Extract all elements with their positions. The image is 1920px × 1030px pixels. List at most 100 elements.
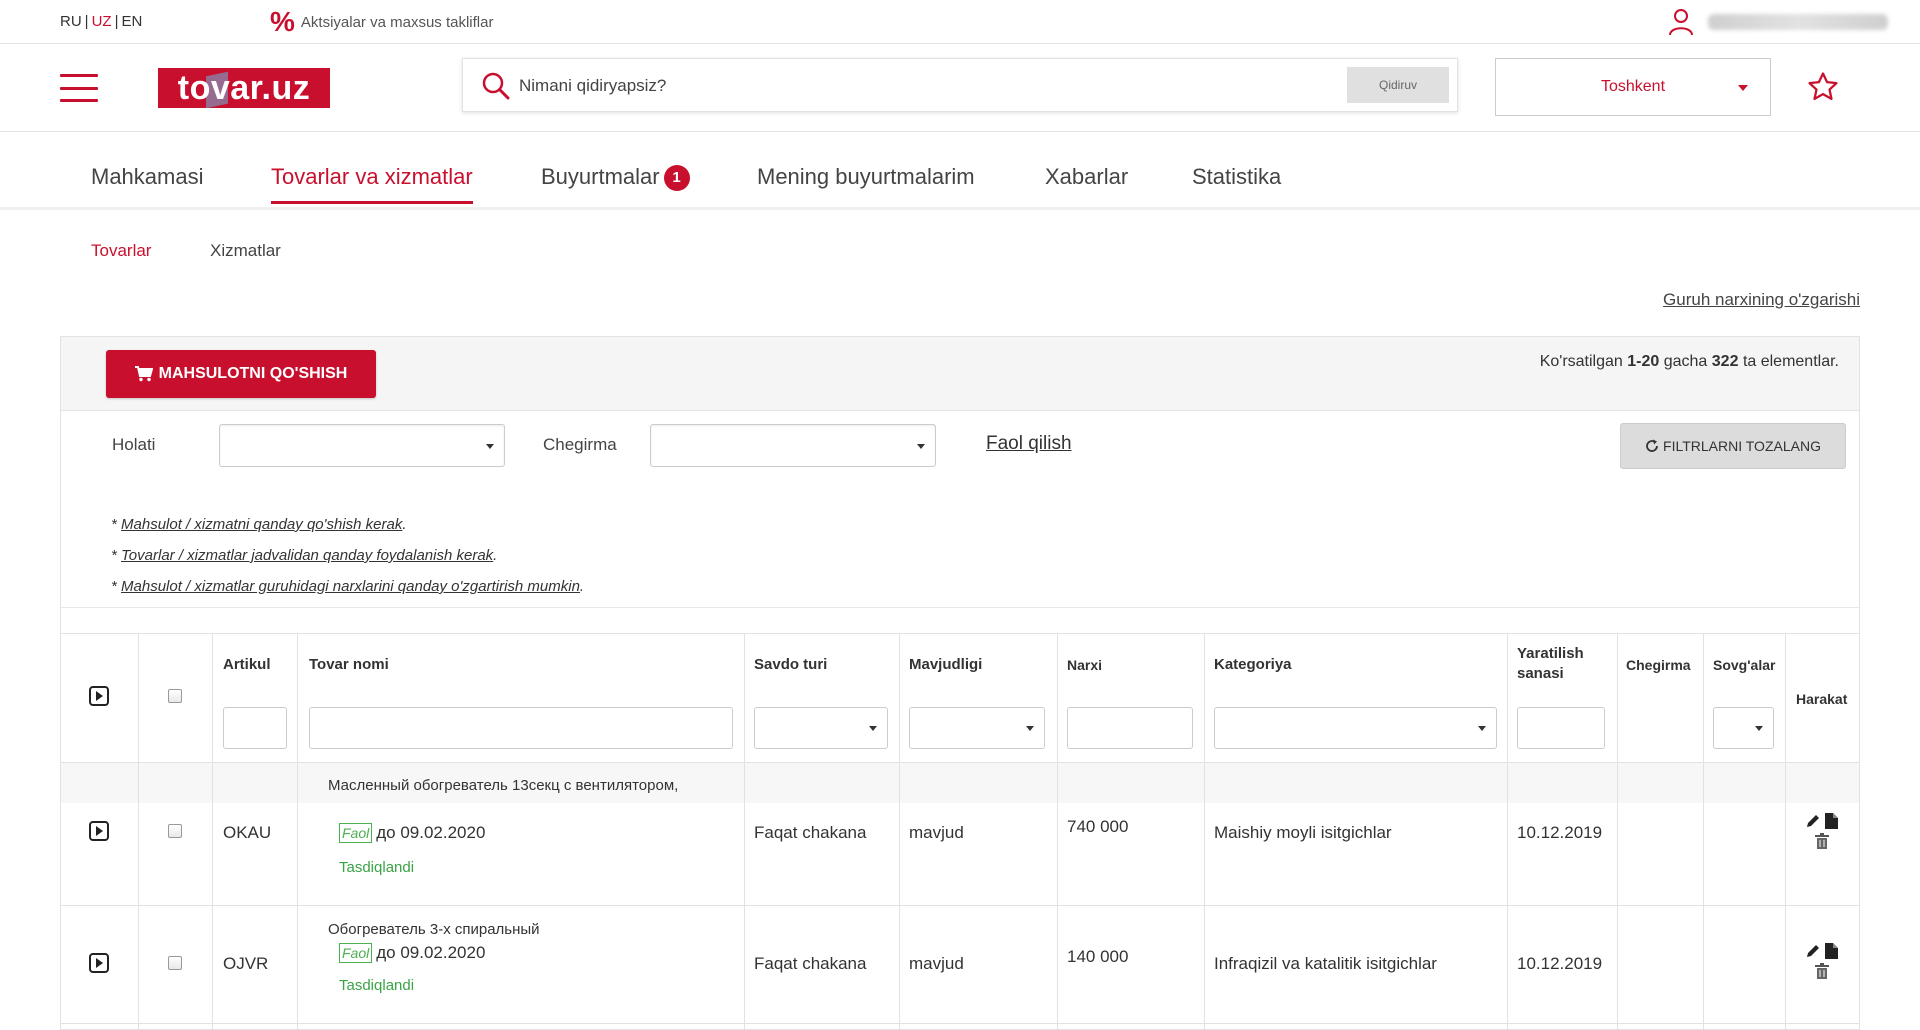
col-price[interactable]: Narxi — [1067, 655, 1102, 675]
search-input[interactable] — [519, 71, 1279, 101]
nav-goods-services[interactable]: Tovarlar va xizmatlar — [271, 164, 473, 204]
row-created: 10.12.2019 — [1517, 823, 1603, 842]
menu-icon[interactable] — [60, 74, 98, 102]
status-filter-select[interactable] — [219, 424, 505, 467]
expand-row-icon[interactable] — [89, 821, 109, 841]
refresh-icon — [1646, 439, 1658, 452]
row-actions — [1805, 813, 1838, 849]
search-bar: Qidiruv — [462, 58, 1458, 112]
nav-my-orders[interactable]: Mening buyurtmalarim — [757, 164, 975, 190]
city-value: Toshkent — [1600, 78, 1666, 95]
logo[interactable]: tovar.uz — [158, 68, 330, 109]
row-article: OKAU — [223, 823, 272, 842]
name-filter-input[interactable] — [309, 707, 733, 749]
row-trade-type: Faqat chakana — [754, 823, 867, 842]
activate-link[interactable]: Faol qilish — [986, 433, 1072, 455]
trash-icon[interactable] — [1814, 963, 1829, 979]
product-name[interactable]: Масленный обогреватель 13секц с вентилят… — [328, 777, 678, 794]
filters-row: Holati Chegirma Faol qilish FILTRLARNI T… — [61, 411, 1859, 481]
divider — [61, 607, 1859, 608]
trash-icon[interactable] — [1814, 833, 1829, 849]
col-name[interactable]: Tovar nomi — [309, 655, 389, 675]
nav-mahkamasi[interactable]: Mahkamasi — [91, 164, 203, 190]
subtab-services[interactable]: Xizmatlar — [210, 241, 281, 261]
col-discount[interactable]: Chegirma — [1626, 655, 1691, 675]
promo-link[interactable]: % Aktsiyalar va maxsus takliflar — [270, 8, 493, 36]
discount-filter-select[interactable] — [650, 424, 936, 467]
nav-messages[interactable]: Xabarlar — [1045, 164, 1128, 190]
row-status: Faol до 09.02.2020 — [339, 943, 485, 963]
main-nav: Mahkamasi Tovarlar va xizmatlar Buyurtma… — [0, 132, 1920, 210]
copy-icon[interactable] — [1825, 943, 1838, 959]
col-created[interactable]: Yaratilish sanasi — [1517, 644, 1584, 684]
header: tovar.uz Qidiruv Toshkent — [0, 44, 1920, 132]
city-select[interactable]: Toshkent — [1495, 58, 1771, 116]
lang-en[interactable]: EN — [121, 13, 142, 30]
help-links: * Mahsulot / xizmatni qanday qo'shish ke… — [111, 516, 585, 595]
row-price[interactable]: 740 000 — [1067, 817, 1128, 837]
help-link-add[interactable]: Mahsulot / xizmatni qanday qo'shish kera… — [121, 516, 402, 533]
cart-icon — [134, 366, 153, 382]
col-trade-type[interactable]: Savdo turi — [754, 655, 827, 675]
lang-uz[interactable]: UZ — [92, 13, 112, 30]
star-icon[interactable] — [1806, 70, 1840, 104]
row-created: 10.12.2019 — [1517, 954, 1603, 973]
row-category: Infraqizil va katalitik isitgichlar — [1214, 954, 1437, 973]
select-all-checkbox[interactable] — [168, 689, 182, 703]
nav-statistics[interactable]: Statistika — [1192, 164, 1281, 190]
logo-text: tovar.uz — [177, 69, 311, 107]
edit-icon[interactable] — [1805, 943, 1821, 959]
lang-ru[interactable]: RU — [60, 13, 82, 30]
row-checkbox[interactable] — [168, 824, 182, 838]
col-category[interactable]: Kategoriya — [1214, 655, 1292, 675]
products-panel: MAHSULOTNI QO'SHISH Ko'rsatilgan 1-20 ga… — [60, 336, 1860, 1030]
gifts-filter-select[interactable] — [1713, 707, 1774, 749]
price-filter-input[interactable] — [1067, 707, 1193, 749]
created-filter-input[interactable] — [1517, 707, 1605, 749]
row-category: Maishiy moyli isitgichlar — [1214, 823, 1392, 842]
search-icon — [482, 72, 510, 100]
product-name[interactable]: Обогреватель 3-х спиральный — [328, 921, 540, 938]
help-link-table[interactable]: Tovarlar / xizmatlar jadvalidan qanday f… — [121, 547, 493, 564]
col-gifts[interactable]: Sovg'alar — [1713, 655, 1775, 675]
nav-orders[interactable]: Buyurtmalar 1 — [541, 164, 690, 191]
article-filter-input[interactable] — [223, 707, 287, 749]
help-link-group-price[interactable]: Mahsulot / xizmatlar guruhidagi narxlari… — [121, 578, 580, 595]
user-name-blurred — [1708, 14, 1888, 30]
col-article[interactable]: Artikul — [223, 655, 271, 675]
language-switcher: RU | UZ | EN — [60, 13, 143, 30]
approval-status: Tasdiqlandi — [339, 859, 415, 876]
group-price-change-link[interactable]: Guruh narxining o'zgarishi — [1663, 290, 1860, 310]
promo-label: Aktsiyalar va maxsus takliflar — [300, 13, 494, 31]
clear-filters-button[interactable]: FILTRLARNI TOZALANG — [1620, 423, 1846, 469]
row-price[interactable]: 140 000 — [1067, 947, 1128, 967]
discount-filter-label: Chegirma — [543, 435, 617, 454]
approval-status: Tasdiqlandi — [339, 977, 415, 994]
copy-icon[interactable] — [1825, 813, 1838, 829]
row-status: Faol до 09.02.2020 — [339, 823, 485, 843]
edit-icon[interactable] — [1805, 813, 1821, 829]
trade-type-filter-select[interactable] — [754, 707, 888, 749]
row-availability: mavjud — [909, 954, 964, 973]
user-menu[interactable] — [1668, 8, 1888, 36]
user-icon — [1669, 9, 1693, 36]
col-action: Harakat — [1796, 691, 1848, 707]
items-count: Ko'rsatilgan 1-20 gacha 322 ta elementla… — [1539, 353, 1839, 370]
row-actions — [1805, 943, 1838, 979]
status-filter-label: Holati — [112, 435, 156, 454]
percent-icon: % — [270, 6, 295, 37]
search-button[interactable]: Qidiruv — [1347, 67, 1449, 103]
category-filter-select[interactable] — [1214, 707, 1497, 749]
add-product-button[interactable]: MAHSULOTNI QO'SHISH — [106, 350, 376, 398]
orders-badge: 1 — [663, 165, 690, 191]
expand-row-icon[interactable] — [89, 953, 109, 973]
col-availability[interactable]: Mavjudligi — [909, 655, 982, 675]
chevron-down-icon — [1738, 85, 1748, 91]
subtab-goods[interactable]: Tovarlar — [91, 241, 151, 261]
row-checkbox[interactable] — [168, 956, 182, 970]
expand-all-icon[interactable] — [89, 686, 109, 706]
status-badge: Faol — [339, 943, 373, 963]
panel-header: MAHSULOTNI QO'SHISH Ko'rsatilgan 1-20 ga… — [61, 337, 1859, 411]
top-bar: RU | UZ | EN % Aktsiyalar va maxsus taklifla… — [0, 0, 1920, 44]
availability-filter-select[interactable] — [909, 707, 1045, 749]
